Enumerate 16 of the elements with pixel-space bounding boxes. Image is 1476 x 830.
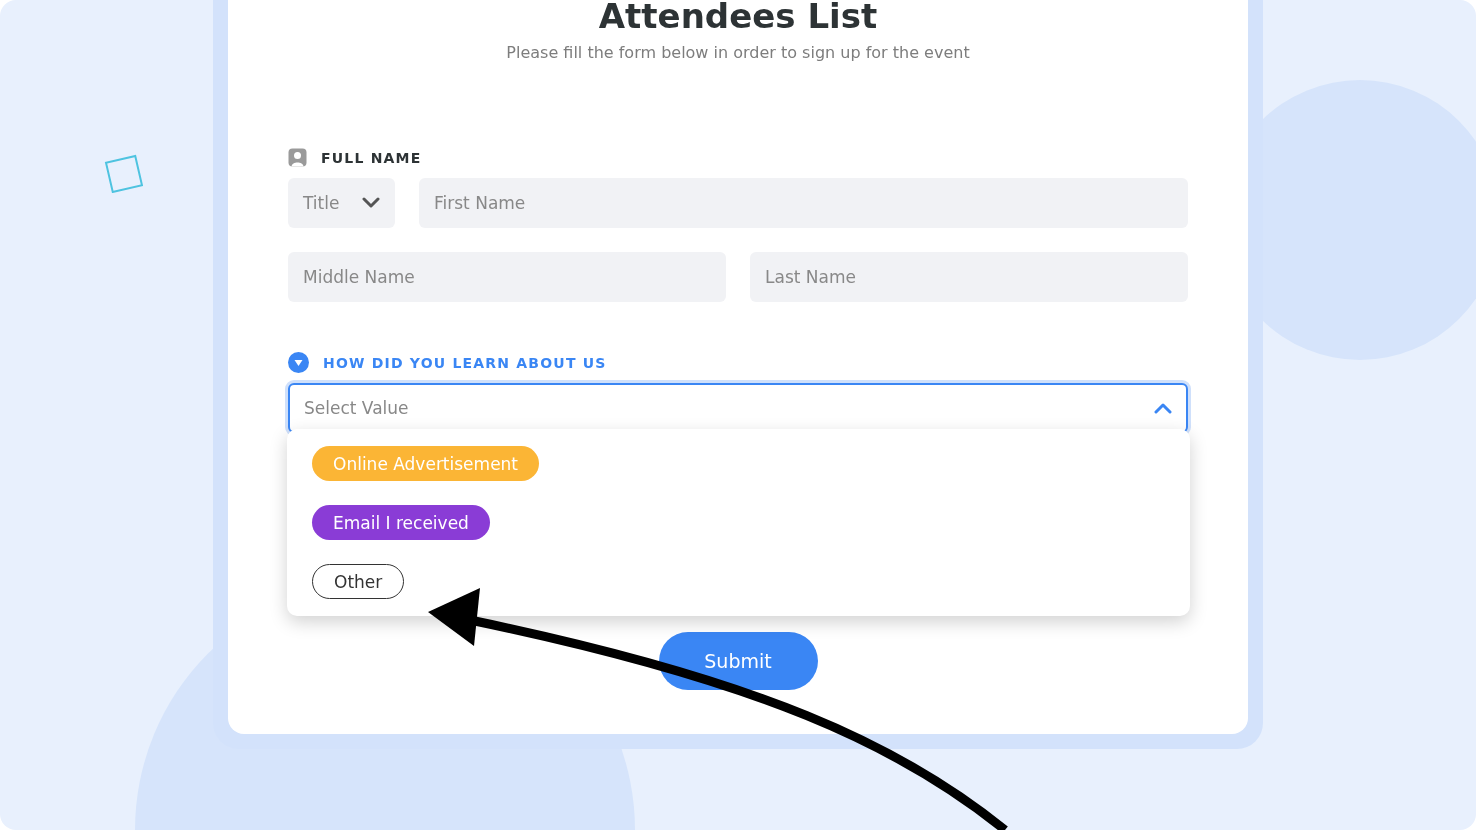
person-icon: [288, 148, 307, 167]
option-tag[interactable]: Other: [312, 564, 405, 599]
first-name-field[interactable]: First Name: [419, 178, 1188, 228]
form-subtitle: Please fill the form below in order to sign up for the event: [505, 42, 971, 64]
form-title: Attendees List: [597, 0, 879, 38]
square-outline-icon: [103, 153, 143, 193]
source-select[interactable]: Select Value: [288, 383, 1188, 433]
field-label: FULL NAME: [321, 149, 422, 166]
field-label: HOW DID YOU LEARN ABOUT US: [323, 354, 607, 371]
chevron-icon: [1154, 402, 1172, 414]
name-field[interactable]: Last Name: [750, 252, 1188, 302]
submit-button[interactable]: Submit: [658, 632, 818, 690]
name-field[interactable]: Middle Name: [288, 252, 726, 302]
dropdown-circle-icon: [288, 352, 309, 373]
option-tag[interactable]: Email I received: [312, 505, 490, 540]
title-select[interactable]: Title: [288, 178, 395, 228]
